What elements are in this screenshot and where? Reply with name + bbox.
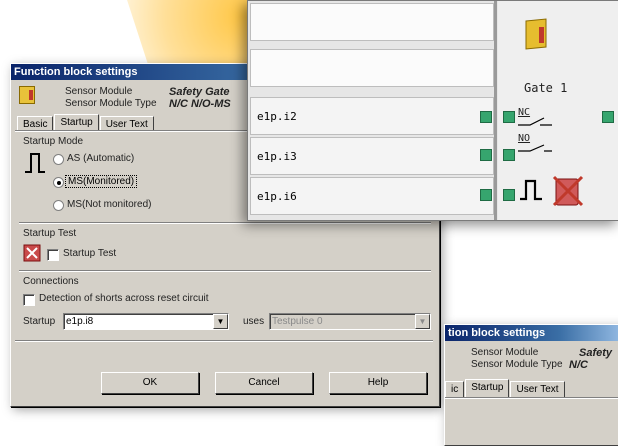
tab-user-text[interactable]: User Text [510, 381, 565, 397]
input-pin-reset[interactable] [503, 189, 515, 201]
nc-contact-icon [518, 117, 552, 127]
sensor-type-value: N/C N/O-MS [169, 98, 231, 110]
input-pin-nc[interactable] [503, 111, 515, 123]
radio-monitored-label: MS(Monitored) [65, 175, 138, 188]
startup-test-section-label: Startup Test [23, 228, 77, 239]
output-pin-e1p-i2[interactable] [480, 111, 492, 123]
safety-gate-icon [524, 17, 550, 51]
cancel-button[interactable]: Cancel [215, 372, 313, 394]
tab-startup[interactable]: Startup [465, 379, 510, 397]
radio-automatic-label: AS (Automatic) [67, 153, 135, 164]
uses-label: uses [243, 316, 265, 327]
no-contact-icon [518, 143, 552, 153]
radio-automatic[interactable] [53, 154, 64, 165]
chevron-down-icon[interactable]: ▼ [213, 314, 228, 329]
uses-value: Testpulse 0 [272, 316, 323, 327]
second-sensor-type-label: Sensor Module Type [471, 359, 563, 370]
sensor-module-label: Sensor Module [65, 86, 133, 97]
divider [19, 270, 431, 272]
uses-select[interactable]: Testpulse 0 ▼ [269, 313, 431, 330]
startup-test-checkbox-label: Startup Test [63, 248, 117, 259]
shorts-detection-label: Detection of shorts across reset circuit [39, 293, 209, 304]
startup-field-label: Startup [23, 316, 56, 327]
output-pin-block[interactable] [602, 111, 614, 123]
ok-button[interactable]: OK [101, 372, 199, 394]
startup-test-icon [23, 244, 41, 262]
startup-pulse-icon [23, 150, 47, 176]
shorts-detection-checkbox[interactable] [23, 294, 35, 306]
divider [19, 222, 431, 224]
second-sensor-module-label: Sensor Module [471, 347, 539, 358]
help-button[interactable]: Help [329, 372, 427, 394]
startup-mode-label: Startup Mode [23, 136, 84, 147]
panel-bottom-border [15, 340, 433, 342]
second-sensor-module-value: Safety [579, 347, 613, 359]
sensor-type-label: Sensor Module Type [65, 98, 157, 109]
startup-input-value: e1p.i8 [66, 316, 94, 327]
tab-basic[interactable]: ic [445, 381, 465, 397]
signal-row-e1p-i2[interactable]: e1p.i2 [250, 97, 494, 135]
signal-row-empty[interactable] [250, 49, 494, 87]
startup-input-select[interactable]: e1p.i8 ▼ [63, 313, 229, 330]
startup-test-icon [552, 173, 584, 209]
safety-gate-icon [19, 86, 35, 104]
chevron-down-icon[interactable]: ▼ [415, 314, 430, 329]
sensor-module-value: Safety Gate [169, 86, 230, 98]
editor-divider [494, 1, 497, 220]
signal-row-empty[interactable] [250, 3, 494, 41]
signal-row-e1p-i3[interactable]: e1p.i3 [250, 137, 494, 175]
output-pin-e1p-i3[interactable] [480, 149, 492, 161]
startup-pulse-icon [518, 177, 544, 203]
radio-monitored[interactable] [53, 177, 64, 188]
input-pin-no[interactable] [503, 149, 515, 161]
radio-not-monitored-label: MS(Not monitored) [67, 199, 152, 210]
block-name: Gate 1 [524, 81, 568, 95]
second-panel-border [445, 397, 618, 399]
function-block-editor: e1p.i2 e1p.i3 e1p.i6 Gate 1 NC NO [247, 0, 618, 221]
radio-not-monitored[interactable] [53, 200, 64, 211]
second-sensor-type-value: N/C [569, 359, 588, 371]
startup-test-checkbox[interactable] [47, 249, 59, 261]
output-pin-e1p-i6[interactable] [480, 189, 492, 201]
second-function-block-dialog: tion block settings Sensor Module Safety… [444, 324, 618, 446]
function-block-symbol[interactable]: Gate 1 NC NO [498, 1, 618, 220]
signal-row-e1p-i6[interactable]: e1p.i6 [250, 177, 494, 215]
connections-label: Connections [23, 276, 79, 287]
second-dialog-title[interactable]: tion block settings [445, 325, 618, 341]
